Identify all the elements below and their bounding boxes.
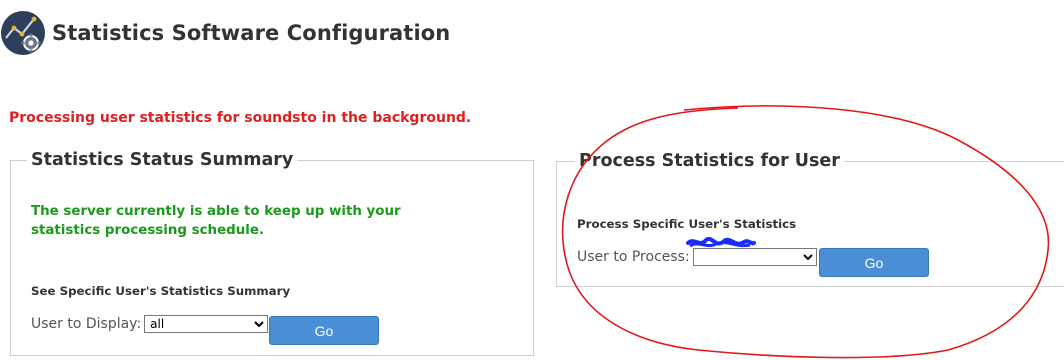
status-message: The server currently is able to keep up …	[31, 204, 401, 238]
process-stats-legend: Process Statistics for User	[579, 151, 840, 171]
statistics-status-summary-panel: Statistics Status Summary The server cur…	[10, 150, 534, 356]
user-process-label: User to Process:	[577, 249, 690, 265]
user-display-label: User to Display:	[31, 316, 142, 332]
user-process-row: User to Process:	[577, 248, 817, 266]
display-go-button[interactable]: Go	[269, 316, 379, 345]
process-user-heading: Process Specific User's Statistics	[577, 217, 797, 231]
user-summary-heading: See Specific User's Statistics Summary	[31, 284, 291, 298]
background-processing-notice: Processing user statistics for soundsto …	[9, 110, 472, 126]
user-display-select[interactable]: all	[144, 315, 269, 333]
page-title: Statistics Software Configuration	[52, 21, 451, 45]
user-process-select[interactable]	[692, 248, 817, 266]
status-summary-legend: Statistics Status Summary	[31, 150, 294, 170]
stats-gear-icon	[1, 11, 45, 55]
process-go-button[interactable]: Go	[819, 248, 929, 277]
user-display-row: User to Display: all	[31, 315, 269, 333]
process-statistics-panel: Process Statistics for User Process Spec…	[556, 151, 1064, 287]
page-header: Statistics Software Configuration	[0, 8, 450, 58]
